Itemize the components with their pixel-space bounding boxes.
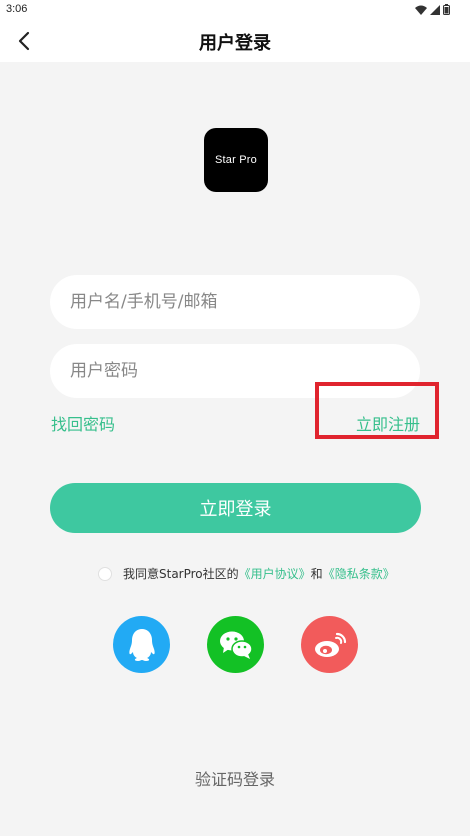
wechat-icon: [219, 631, 253, 659]
user-agreement-link[interactable]: 《用户协议》: [239, 565, 311, 582]
sms-login-link[interactable]: 验证码登录: [0, 766, 470, 790]
page-title: 用户登录: [199, 33, 271, 54]
status-icons: [415, 4, 450, 15]
privacy-link[interactable]: 《隐私条款》: [323, 565, 395, 582]
status-time: 3:06: [6, 3, 28, 15]
battery-icon: [443, 4, 450, 15]
qq-icon: [128, 628, 155, 661]
forgot-password-link[interactable]: 找回密码: [51, 411, 115, 435]
agreement-and: 和: [310, 567, 323, 581]
qq-login-button[interactable]: [113, 616, 170, 673]
wifi-icon: [415, 5, 427, 15]
logo-text: Star Pro: [215, 154, 257, 166]
signal-icon: [430, 4, 440, 15]
app-logo: Star Pro: [204, 128, 268, 192]
agreement-prefix: 我同意StarPro社区的: [123, 567, 239, 581]
agreement-checkbox[interactable]: [98, 566, 112, 581]
highlight-box: [315, 382, 439, 439]
username-input[interactable]: [50, 275, 420, 329]
agreement-row: 我同意StarPro社区的 《用户协议》 和 《隐私条款》: [98, 565, 395, 582]
app-bar: 用户登录: [0, 20, 470, 62]
weibo-login-button[interactable]: [301, 616, 358, 673]
weibo-icon: [314, 632, 346, 657]
status-bar: 3:06: [0, 0, 470, 20]
login-button[interactable]: 立即登录: [50, 483, 421, 533]
wechat-login-button[interactable]: [207, 616, 264, 673]
